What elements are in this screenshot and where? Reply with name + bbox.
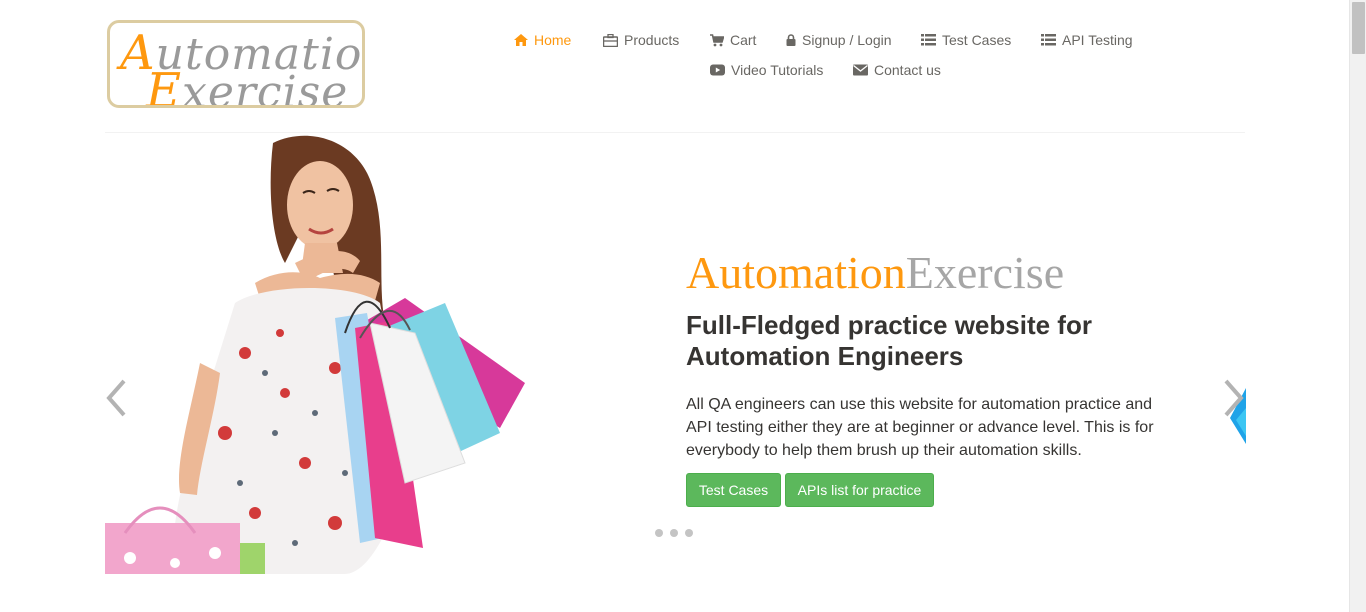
logo-line-2: Exercise	[146, 63, 349, 108]
slider-dot[interactable]	[685, 529, 693, 537]
slide-headline: Full-Fledged practice website for Automa…	[686, 310, 1092, 371]
nav-contact-label: Contact us	[874, 62, 941, 78]
nav-login-label: Signup / Login	[802, 32, 892, 48]
chevron-right-icon	[1220, 379, 1246, 422]
cart-icon	[710, 33, 724, 47]
nav-cart-label: Cart	[730, 32, 757, 48]
page-scrollbar[interactable]	[1349, 0, 1366, 612]
slider-dot[interactable]	[670, 529, 678, 537]
nav-test-cases-label: Test Cases	[942, 32, 1012, 48]
list-icon	[921, 34, 936, 46]
briefcase-icon	[603, 33, 618, 47]
hero-image	[105, 133, 535, 574]
scrollbar-thumb[interactable]	[1352, 2, 1365, 54]
nav-video-tutorials[interactable]: Video Tutorials	[710, 62, 823, 78]
home-icon	[514, 34, 528, 46]
lock-icon	[786, 34, 796, 46]
nav-api-testing[interactable]: API Testing	[1041, 32, 1133, 48]
nav-products[interactable]: Products	[603, 32, 679, 48]
slider-next-arrow[interactable]	[1220, 378, 1246, 418]
slider-prev-arrow[interactable]	[104, 378, 130, 418]
envelope-icon	[853, 64, 868, 76]
site-logo[interactable]: Automation Exercise	[107, 20, 365, 108]
slider-dot[interactable]	[655, 529, 663, 537]
chevron-left-icon	[104, 379, 130, 422]
nav-products-label: Products	[624, 32, 680, 48]
nav-api-testing-label: API Testing	[1062, 32, 1133, 48]
apis-list-button[interactable]: APIs list for practice	[785, 473, 934, 507]
slider-indicators	[655, 529, 693, 537]
list-icon	[1041, 34, 1056, 46]
nav-home-label: Home	[534, 32, 572, 48]
slide-brand-title: AutomationExercise	[686, 247, 1065, 298]
test-cases-button[interactable]: Test Cases	[686, 473, 781, 507]
youtube-icon	[710, 64, 725, 76]
slide-description: All QA engineers can use this website fo…	[686, 396, 1154, 459]
nav-cart[interactable]: Cart	[710, 32, 756, 48]
nav-contact-us[interactable]: Contact us	[853, 62, 941, 78]
nav-test-cases[interactable]: Test Cases	[921, 32, 1011, 48]
nav-signup-login[interactable]: Signup / Login	[786, 32, 892, 48]
nav-home[interactable]: Home	[514, 32, 571, 48]
nav-video-label: Video Tutorials	[731, 62, 824, 78]
